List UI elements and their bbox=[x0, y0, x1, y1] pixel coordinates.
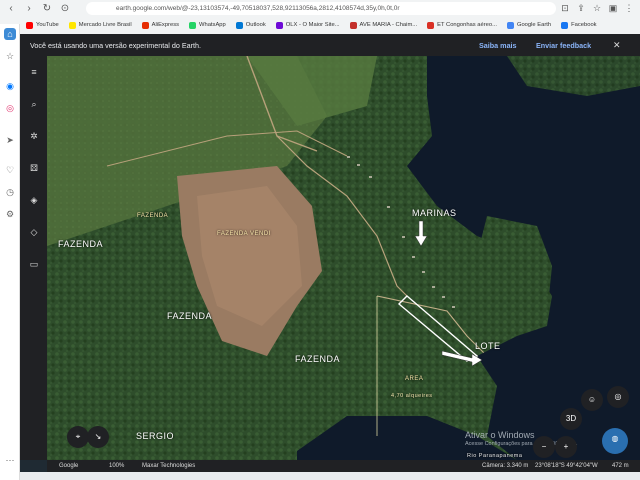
bookmark-favicon-icon bbox=[68, 21, 76, 29]
bookmarks-bar: YouTube Mercado Livre Brasil AliExpress Wha… bbox=[0, 17, 640, 33]
label-lote: LOTE bbox=[475, 341, 501, 351]
menu-dots-icon[interactable]: ⋮ bbox=[624, 2, 634, 14]
more-icon[interactable]: ⋯ bbox=[4, 454, 16, 466]
home-icon[interactable]: ⌂ bbox=[4, 28, 16, 40]
coordinates: 23°08'18"S 49°42'04"W bbox=[535, 463, 598, 469]
browser-sidebar: ⌂ ☆ ◉ ◎ ➤ ♡ ◷ ⚙ ⋯ bbox=[0, 24, 20, 480]
instagram-icon[interactable]: ◎ bbox=[4, 102, 16, 114]
bookmark-item[interactable]: WhatsApp bbox=[189, 21, 226, 29]
imagery-credit: Maxar Technologies bbox=[142, 463, 196, 469]
label-fazenda-west: FAZENDA bbox=[58, 239, 104, 249]
camera-altitude: Câmera: 3.340 m bbox=[482, 463, 529, 469]
messenger-icon[interactable]: ◉ bbox=[4, 80, 16, 92]
label-sergio: SERGIO bbox=[136, 431, 175, 441]
zoom-in-icon[interactable]: + bbox=[555, 436, 577, 458]
3d-toggle-button[interactable]: 3D bbox=[560, 408, 582, 430]
bookmark-label: AVE MARIA - Chaim... bbox=[359, 22, 418, 28]
satellite-map[interactable]: MARINAS FAZENDA FAZENDA FAZENDA FAZENDA … bbox=[47, 56, 640, 460]
bookmark-star-icon[interactable]: ☆ bbox=[4, 50, 16, 62]
bookmark-item[interactable]: OLX - O Maior Site... bbox=[275, 21, 340, 29]
address-bar[interactable]: earth.google.com/web/@-23,13103574,-49,7… bbox=[86, 2, 556, 15]
location-pin-icon[interactable]: ⌖ bbox=[67, 426, 89, 448]
label-fazenda-vendida: FAZENDA VENDI bbox=[217, 231, 271, 237]
status-bar: Google 100% Maxar Technologies Câmera: 3… bbox=[47, 460, 640, 472]
bookmark-label: YouTube bbox=[36, 22, 59, 28]
measure-tool-icon[interactable]: ↘ bbox=[87, 426, 109, 448]
earth-toolbar: ≡ ⌕ ✲ ⚄ ◈ ◇ ▭ bbox=[20, 56, 47, 460]
camera-icon[interactable]: ⊡ bbox=[560, 2, 570, 14]
my-location-icon[interactable]: ◎ bbox=[607, 386, 629, 408]
pegman-icon[interactable]: ☺ bbox=[581, 389, 603, 411]
history-icon[interactable]: ◷ bbox=[4, 186, 16, 198]
zoom-level: 100% bbox=[109, 463, 125, 469]
google-logo: Google bbox=[59, 463, 79, 469]
label-fazenda-south: FAZENDA bbox=[295, 354, 341, 364]
send-feedback-link[interactable]: Enviar feedback bbox=[536, 41, 591, 50]
projects-icon[interactable]: ◈ bbox=[28, 194, 40, 206]
measure-icon[interactable]: ▭ bbox=[28, 258, 40, 270]
bookmark-favicon-icon bbox=[275, 21, 283, 29]
site-info-icon[interactable]: ⊙ bbox=[58, 2, 72, 16]
star-icon[interactable]: ☆ bbox=[592, 2, 602, 14]
extensions-icon[interactable]: ▣ bbox=[608, 2, 618, 14]
bookmark-item[interactable]: Facebook bbox=[561, 21, 597, 29]
zoom-out-icon[interactable]: − bbox=[533, 436, 555, 458]
label-alqueires: 4,70 alqueires bbox=[391, 393, 433, 399]
settings-icon[interactable]: ⚙ bbox=[4, 208, 16, 220]
bookmark-favicon-icon bbox=[141, 21, 149, 29]
share-icon[interactable]: ⇪ bbox=[576, 2, 586, 14]
reload-icon[interactable]: ↻ bbox=[40, 2, 54, 16]
bookmark-label: ET Congonhas aéreo... bbox=[437, 22, 497, 28]
learn-more-link[interactable]: Saiba mais bbox=[479, 41, 517, 50]
url-bar-row: ‹ › ↻ ⊙ earth.google.com/web/@-23,131035… bbox=[0, 0, 640, 17]
send-icon[interactable]: ➤ bbox=[4, 134, 16, 146]
bookmark-item[interactable]: Outlook bbox=[235, 21, 266, 29]
ground-elevation: 472 m bbox=[612, 463, 629, 469]
map-imagery bbox=[47, 56, 640, 460]
bookmark-favicon-icon bbox=[26, 21, 33, 29]
dice-icon[interactable]: ⚄ bbox=[28, 162, 40, 174]
globe-icon[interactable]: ◍ bbox=[602, 428, 628, 454]
bookmark-favicon-icon bbox=[189, 21, 197, 29]
bookmark-favicon-icon bbox=[235, 21, 243, 29]
bookmark-label: AliExpress bbox=[151, 22, 180, 28]
menu-icon[interactable]: ≡ bbox=[28, 66, 40, 78]
banner-message: Você está usando uma versão experimental… bbox=[30, 40, 202, 50]
voyager-icon[interactable]: ✲ bbox=[28, 130, 40, 142]
bookmark-label: Facebook bbox=[571, 22, 597, 28]
bookmark-label: Outlook bbox=[245, 22, 266, 28]
bookmark-item[interactable]: AliExpress bbox=[141, 21, 180, 29]
experimental-banner: Você está usando uma versão experimental… bbox=[20, 34, 640, 56]
label-fazenda-center: FAZENDA bbox=[167, 311, 213, 321]
bookmark-favicon-icon bbox=[349, 21, 357, 29]
bookmark-label: WhatsApp bbox=[199, 22, 226, 28]
bookmark-label: OLX - O Maior Site... bbox=[285, 22, 340, 28]
bookmark-item[interactable]: AVE MARIA - Chaim... bbox=[349, 21, 418, 29]
browser-tools: ⊡ ⇪ ☆ ▣ ⋮ bbox=[560, 2, 634, 14]
label-river: Rio Paranapanema bbox=[467, 453, 523, 459]
bookmark-item[interactable]: Google Earth bbox=[506, 21, 552, 29]
page-bottom bbox=[20, 472, 640, 480]
heart-icon[interactable]: ♡ bbox=[4, 164, 16, 176]
search-icon[interactable]: ⌕ bbox=[28, 98, 40, 110]
bookmark-favicon-icon bbox=[506, 21, 514, 29]
label-marinas: MARINAS bbox=[412, 208, 457, 218]
back-icon[interactable]: ‹ bbox=[4, 2, 18, 16]
close-icon[interactable]: ✕ bbox=[613, 40, 621, 51]
layers-icon[interactable]: ◇ bbox=[28, 226, 40, 238]
bookmark-favicon-icon bbox=[427, 21, 435, 29]
label-area: AREA bbox=[405, 376, 424, 382]
bookmark-item[interactable]: Mercado Livre Brasil bbox=[68, 21, 132, 29]
bookmark-label: Mercado Livre Brasil bbox=[78, 22, 132, 28]
bookmark-item[interactable]: YouTube bbox=[26, 21, 59, 29]
label-fazenda-small: FAZENDA bbox=[137, 213, 169, 219]
bookmark-favicon-icon bbox=[561, 21, 569, 29]
activation-title: Ativar o Windows bbox=[465, 430, 535, 440]
browser-chrome: ‹ › ↻ ⊙ earth.google.com/web/@-23,131035… bbox=[0, 0, 640, 34]
forward-icon[interactable]: › bbox=[22, 2, 36, 16]
bookmark-label: Google Earth bbox=[516, 22, 552, 28]
bookmark-item[interactable]: ET Congonhas aéreo... bbox=[427, 21, 497, 29]
